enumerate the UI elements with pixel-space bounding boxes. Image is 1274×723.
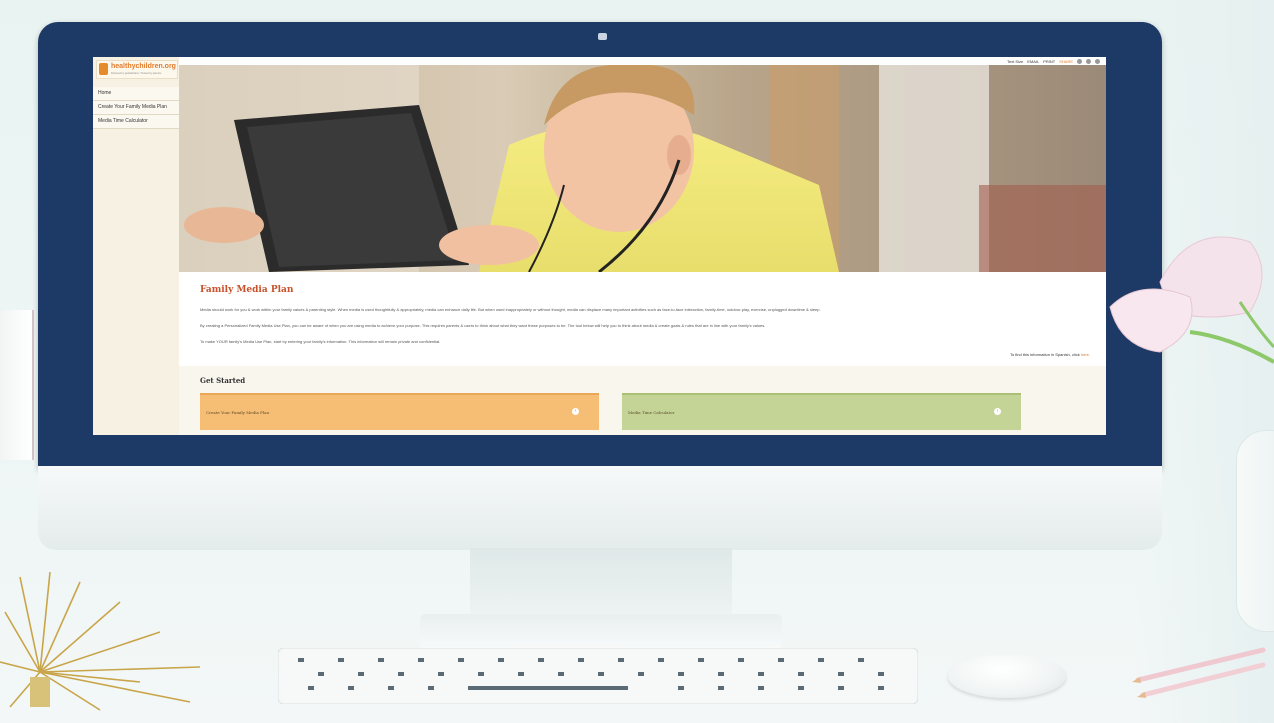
keyboard xyxy=(278,648,918,704)
intro-paragraph: Media should work for you & work within … xyxy=(200,307,821,312)
decorative-spike-ball xyxy=(0,572,201,711)
mouse xyxy=(948,654,1066,698)
sidebar-item-create-plan[interactable]: Create Your Family Media Plan xyxy=(93,101,179,115)
text-size-control[interactable]: Text Size xyxy=(1007,59,1023,64)
spanish-note-text: To find this information in Spanish, cli… xyxy=(1009,352,1080,357)
hero-image xyxy=(179,65,1106,272)
monitor-screen: healthychildren.org Powered by pediatric… xyxy=(93,57,1106,435)
media-time-calculator-card[interactable]: Media Time Calculator › xyxy=(622,393,1021,430)
tulip-flowers xyxy=(1109,236,1274,364)
main-content: Family Media Plan Media should work for … xyxy=(179,272,1106,366)
pencils xyxy=(1132,647,1266,698)
monitor-chin xyxy=(38,466,1162,550)
page-title: Family Media Plan xyxy=(200,285,294,295)
section-title: Get Started xyxy=(200,376,246,385)
monitor-stand-neck xyxy=(470,548,732,618)
social-icon[interactable] xyxy=(1095,58,1100,64)
chevron-right-icon: › xyxy=(572,408,579,415)
sidebar-item-media-time-calculator[interactable]: Media Time Calculator xyxy=(93,115,179,129)
spanish-link[interactable]: here. xyxy=(1081,352,1090,357)
social-icon[interactable] xyxy=(1086,58,1091,64)
email-link[interactable]: EMAIL xyxy=(1027,59,1039,64)
logo-text: healthychildren.org xyxy=(111,63,176,70)
create-plan-card[interactable]: Create Your Family Media Plan › xyxy=(200,393,599,430)
desk-scene: healthychildren.org Powered by pediatric… xyxy=(0,0,1274,723)
sidebar: healthychildren.org Powered by pediatric… xyxy=(93,57,179,435)
logo-tagline: Powered by pediatricians. Trusted by par… xyxy=(111,72,162,75)
spanish-note: To find this information in Spanish, cli… xyxy=(1010,352,1090,357)
chevron-right-icon: › xyxy=(994,408,1001,415)
social-icon[interactable] xyxy=(1077,58,1082,64)
get-started-section: Get Started Create Your Family Media Pla… xyxy=(179,366,1106,435)
camera-icon xyxy=(598,33,607,40)
vase xyxy=(1236,430,1274,632)
share-link[interactable]: SHARE xyxy=(1059,59,1073,64)
utility-bar: Text Size EMAIL PRINT SHARE xyxy=(1007,57,1100,65)
intro-paragraph: To make YOUR family's Media Use Plan, st… xyxy=(200,339,441,344)
site-logo[interactable]: healthychildren.org Powered by pediatric… xyxy=(96,60,178,79)
logo-icon xyxy=(99,63,108,75)
intro-paragraph: By creating a Personalized Family Media … xyxy=(200,323,766,328)
print-link[interactable]: PRINT xyxy=(1043,59,1055,64)
card-label: Media Time Calculator xyxy=(628,410,675,415)
sidebar-nav: Home Create Your Family Media Plan Media… xyxy=(93,87,179,129)
monitor-stand-base xyxy=(420,614,782,650)
pencil-cup xyxy=(0,310,34,460)
sidebar-item-home[interactable]: Home xyxy=(93,87,179,101)
card-label: Create Your Family Media Plan xyxy=(206,410,270,415)
